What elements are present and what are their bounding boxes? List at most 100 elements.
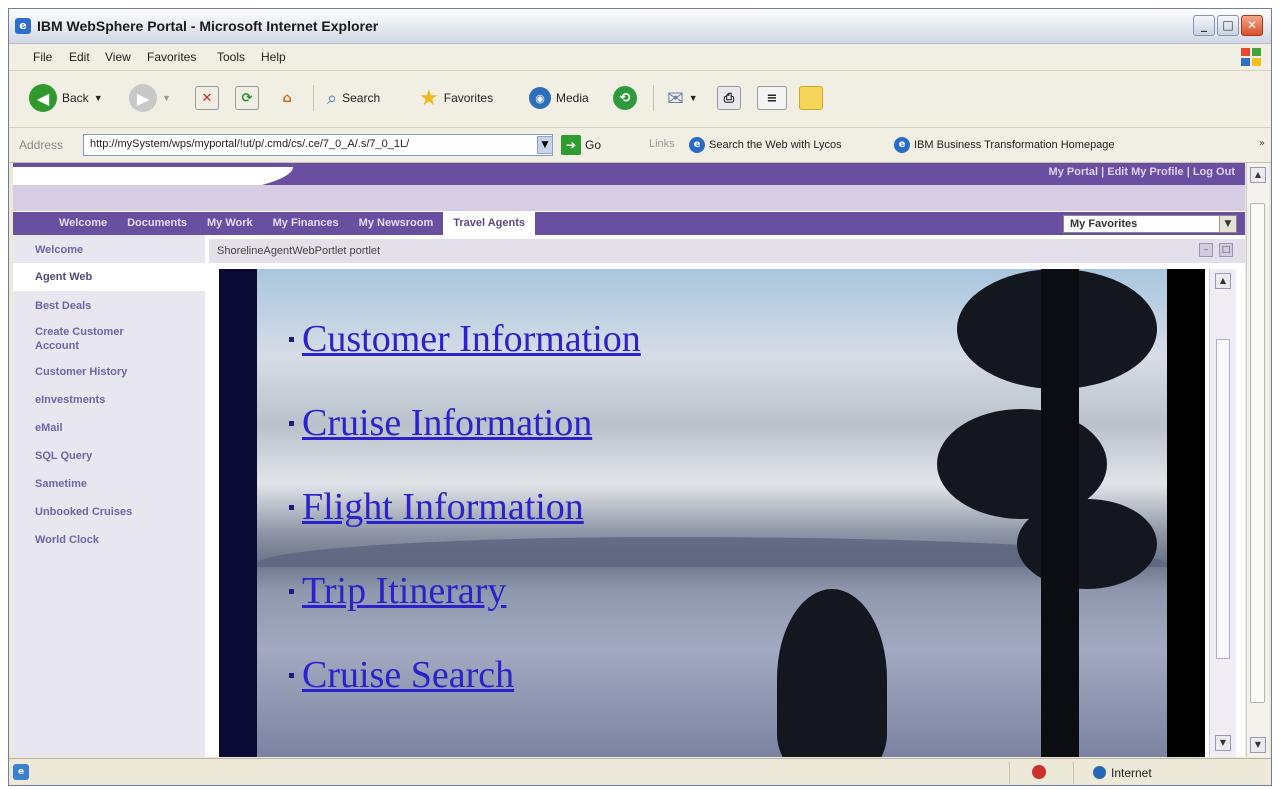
- sidebar-item-agent-web[interactable]: Agent Web: [13, 263, 205, 291]
- refresh-button[interactable]: ⟳: [235, 83, 259, 113]
- sidebar-item-sql-query[interactable]: SQL Query: [13, 449, 205, 463]
- menu-favorites[interactable]: Favorites: [147, 50, 196, 64]
- flight-information-link[interactable]: Flight Information: [302, 486, 584, 528]
- chevron-down-icon: ▼: [1219, 216, 1236, 232]
- list-item: Flight Information: [289, 485, 584, 529]
- portal-top-links[interactable]: My Portal | Edit My Profile | Log Out: [1049, 166, 1235, 178]
- list-item: Trip Itinerary: [289, 569, 506, 613]
- security-icon: [1032, 765, 1046, 779]
- favorites-select[interactable]: My Favorites ▼: [1063, 215, 1237, 233]
- history-icon: ⟲: [613, 86, 637, 110]
- small-tree: [777, 589, 887, 757]
- trip-itinerary-link[interactable]: Trip Itinerary: [302, 570, 506, 612]
- bullet-icon: [289, 336, 294, 342]
- tab-my-work[interactable]: My Work: [197, 212, 263, 235]
- image-border: [1167, 269, 1205, 757]
- portlet-maximize-icon[interactable]: □: [1219, 243, 1233, 257]
- cruise-information-link[interactable]: Cruise Information: [302, 402, 592, 444]
- banner-band: [13, 185, 1245, 211]
- sidebar-item-welcome[interactable]: Welcome: [13, 243, 205, 257]
- portlet-scrollbar[interactable]: ▲ ▼: [1209, 269, 1236, 757]
- home-button[interactable]: ⌂: [275, 83, 299, 113]
- list-item: Cruise Search: [289, 653, 514, 697]
- tab-travel-agents[interactable]: Travel Agents: [443, 212, 535, 235]
- forward-button[interactable]: ▶ ▼: [129, 83, 171, 113]
- print-icon: ⎙: [717, 86, 741, 110]
- customer-information-link[interactable]: Customer Information: [302, 318, 641, 360]
- menu-tools[interactable]: Tools: [217, 50, 245, 64]
- window-title: IBM WebSphere Portal - Microsoft Interne…: [37, 18, 379, 34]
- sidebar-item-einvestments[interactable]: eInvestments: [13, 393, 205, 407]
- link-lycos-label: Search the Web with Lycos: [709, 139, 842, 151]
- menu-file[interactable]: File: [33, 50, 52, 64]
- search-button[interactable]: ⌕ Search: [327, 83, 380, 113]
- go-button[interactable]: ➔ Go: [561, 135, 601, 155]
- portlet-minimize-icon[interactable]: –: [1199, 243, 1213, 257]
- lake-background-image: Customer Information Cruise Information …: [219, 269, 1205, 757]
- title-bar: e IBM WebSphere Portal - Microsoft Inter…: [9, 9, 1271, 44]
- back-dropdown-icon: ▼: [93, 93, 103, 103]
- close-button[interactable]: ✕: [1241, 15, 1263, 36]
- scroll-thumb[interactable]: [1216, 339, 1230, 659]
- menu-edit[interactable]: Edit: [69, 50, 90, 64]
- links-overflow-icon[interactable]: »: [1259, 138, 1265, 149]
- forward-dropdown-icon: ▼: [162, 93, 171, 103]
- messenger-button[interactable]: [799, 83, 823, 113]
- maximize-button[interactable]: □: [1217, 15, 1239, 36]
- scroll-up-icon[interactable]: ▲: [1215, 273, 1231, 289]
- menu-help[interactable]: Help: [261, 50, 286, 64]
- bullet-icon: [289, 672, 294, 678]
- menu-view[interactable]: View: [105, 50, 131, 64]
- window-scrollbar[interactable]: ▲ ▼: [1246, 163, 1269, 757]
- sidebar-item-create-customer-account[interactable]: Create Customer Account: [13, 325, 163, 353]
- back-arrow-icon: ◀: [29, 84, 57, 112]
- address-bar: Address http://mySystem/wps/myportal/!ut…: [9, 128, 1271, 163]
- home-icon: ⌂: [282, 90, 292, 106]
- sidebar-item-world-clock[interactable]: World Clock: [13, 533, 205, 547]
- status-separator: [1009, 762, 1010, 784]
- sidebar-item-customer-history[interactable]: Customer History: [13, 365, 205, 379]
- scroll-down-icon[interactable]: ▼: [1250, 737, 1266, 753]
- link-ibm-homepage[interactable]: e IBM Business Transformation Homepage: [894, 137, 1115, 153]
- sidebar-item-sametime[interactable]: Sametime: [13, 477, 205, 491]
- tab-my-newsroom[interactable]: My Newsroom: [349, 212, 444, 235]
- minimize-button[interactable]: _: [1193, 15, 1215, 36]
- stop-icon: ✕: [195, 86, 219, 110]
- tab-welcome[interactable]: Welcome: [49, 212, 117, 235]
- favorites-select-value: My Favorites: [1070, 218, 1138, 230]
- links-label: Links: [649, 138, 675, 150]
- list-item: Cruise Information: [289, 401, 592, 445]
- tab-documents[interactable]: Documents: [117, 212, 197, 235]
- edit-button[interactable]: ≡: [757, 83, 787, 113]
- folder-icon: [799, 86, 823, 110]
- cruise-search-link[interactable]: Cruise Search: [302, 654, 514, 696]
- stop-button[interactable]: ✕: [195, 83, 219, 113]
- history-button[interactable]: ⟲: [613, 83, 637, 113]
- back-button[interactable]: ◀ Back ▼: [29, 83, 103, 113]
- toolbar-separator: [653, 85, 654, 111]
- sidebar-item-best-deals[interactable]: Best Deals: [13, 299, 205, 313]
- scroll-up-icon[interactable]: ▲: [1250, 167, 1266, 183]
- go-arrow-icon: ➔: [561, 135, 581, 155]
- media-button[interactable]: ◉ Media: [529, 83, 589, 113]
- tab-my-finances[interactable]: My Finances: [263, 212, 349, 235]
- mail-button[interactable]: ✉ ▼: [667, 83, 698, 113]
- scroll-thumb[interactable]: [1250, 203, 1265, 703]
- scroll-down-icon[interactable]: ▼: [1215, 735, 1231, 751]
- address-input[interactable]: http://mySystem/wps/myportal/!ut/p/.cmd/…: [83, 134, 553, 156]
- portal-sidebar: Welcome Agent Web Best Deals Create Cust…: [13, 235, 205, 757]
- sidebar-item-email[interactable]: eMail: [13, 421, 205, 435]
- list-item: Customer Information: [289, 317, 641, 361]
- link-lycos[interactable]: e Search the Web with Lycos: [689, 137, 842, 153]
- link-ibm-homepage-label: IBM Business Transformation Homepage: [914, 139, 1115, 151]
- print-button[interactable]: ⎙: [717, 83, 741, 113]
- browser-window: e IBM WebSphere Portal - Microsoft Inter…: [8, 8, 1272, 786]
- refresh-icon: ⟳: [235, 86, 259, 110]
- mail-dropdown-icon: ▼: [688, 93, 698, 103]
- search-icon: ⌕: [327, 87, 338, 109]
- back-label: Back: [62, 91, 89, 105]
- address-dropdown-icon[interactable]: ▼: [537, 136, 553, 154]
- sidebar-item-unbooked-cruises[interactable]: Unbooked Cruises: [13, 505, 205, 519]
- ie-icon: e: [15, 18, 31, 34]
- favorites-button[interactable]: ★ Favorites: [419, 83, 493, 113]
